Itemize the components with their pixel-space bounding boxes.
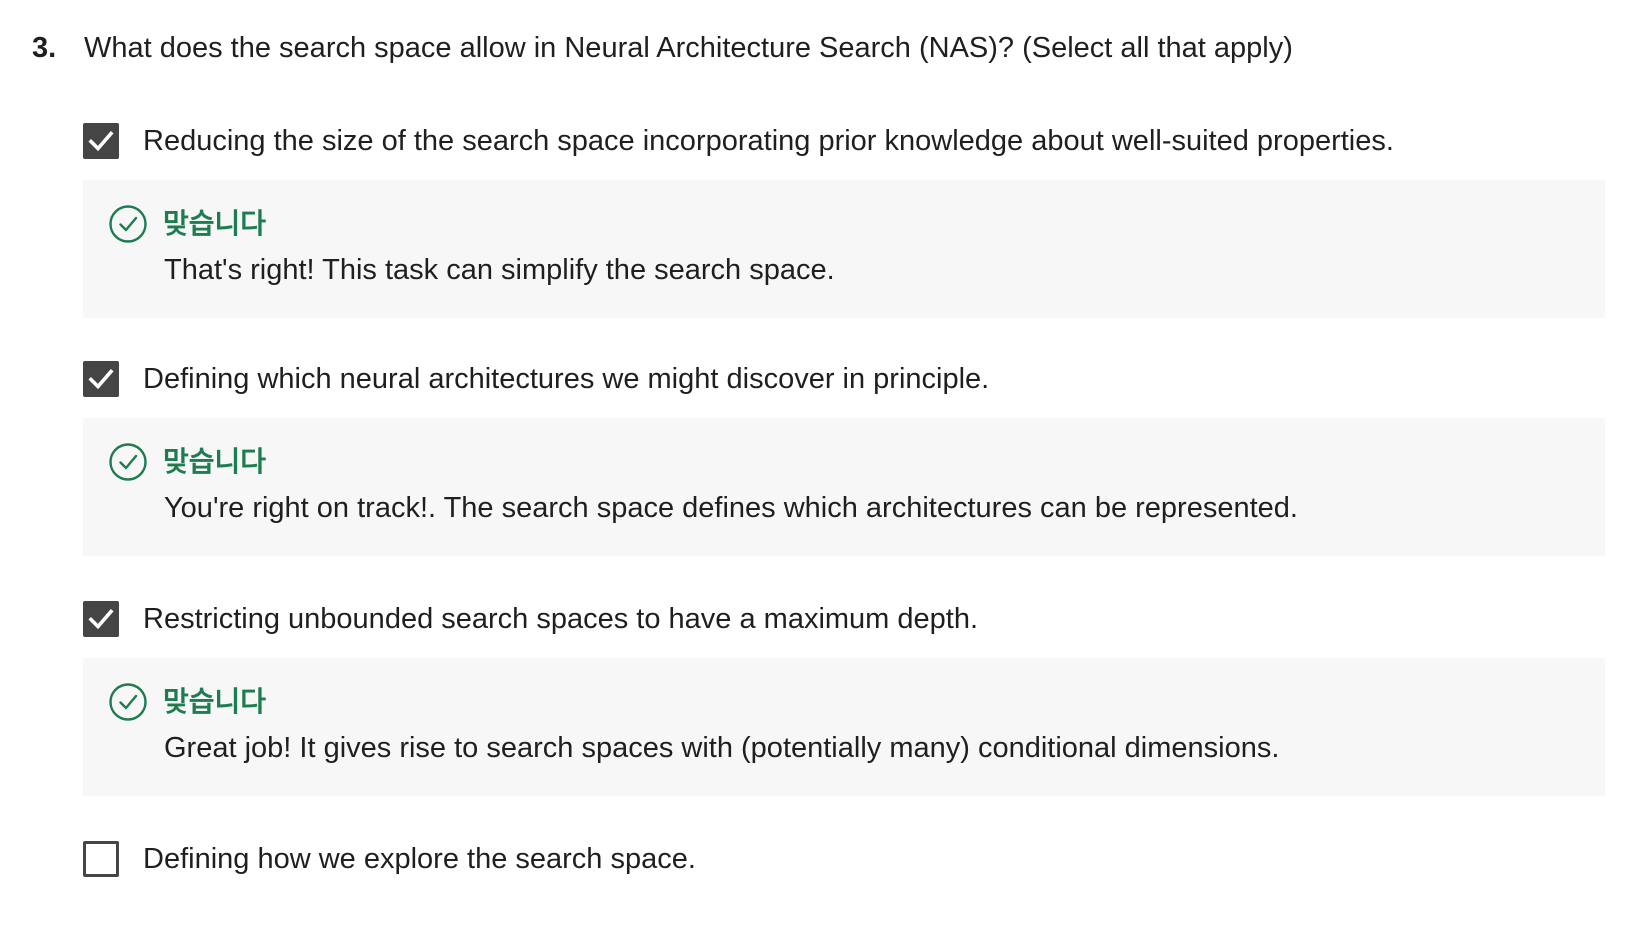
feedback-status: 맞습니다 [163, 686, 267, 717]
feedback-panel: 맞습니다 Great job! It gives rise to search … [83, 658, 1605, 796]
option-label: Restricting unbounded search spaces to h… [143, 603, 979, 635]
option-label: Reducing the size of the search space in… [143, 125, 1394, 157]
question-number: 3. [32, 32, 57, 64]
feedback-panel: 맞습니다 You're right on track!. The search … [83, 418, 1605, 556]
feedback-text: That's right! This task can simplify the… [164, 254, 835, 286]
check-circle-icon [109, 205, 147, 243]
checkmark-icon [88, 368, 114, 390]
checkmark-icon [88, 130, 114, 152]
feedback-status: 맞습니다 [163, 208, 267, 239]
feedback-text: You're right on track!. The search space… [164, 492, 1298, 524]
option-2[interactable]: Defining which neural architectures we m… [83, 359, 989, 399]
feedback-header: 맞습니다 [108, 442, 266, 482]
option-1[interactable]: Reducing the size of the search space in… [83, 121, 1394, 161]
feedback-status: 맞습니다 [163, 446, 267, 477]
option-3[interactable]: Restricting unbounded search spaces to h… [83, 599, 978, 639]
checkmark-icon [88, 608, 114, 630]
feedback-panel: 맞습니다 That's right! This task can simplif… [83, 180, 1605, 318]
option-4[interactable]: Defining how we explore the search space… [83, 839, 696, 879]
feedback-header: 맞습니다 [108, 204, 266, 244]
feedback-header: 맞습니다 [108, 682, 266, 722]
checkbox-checked[interactable] [83, 601, 119, 637]
feedback-text: Great job! It gives rise to search space… [164, 732, 1280, 764]
option-label: Defining which neural architectures we m… [143, 363, 990, 395]
checkbox-unchecked[interactable] [83, 841, 119, 877]
check-circle-icon [109, 443, 147, 481]
question-header: 3. What does the search space allow in N… [32, 26, 1293, 70]
check-circle-icon [109, 683, 147, 721]
checkbox-checked[interactable] [83, 123, 119, 159]
question-text: What does the search space allow in Neur… [84, 32, 1293, 64]
option-label: Defining how we explore the search space… [143, 843, 696, 875]
checkbox-checked[interactable] [83, 361, 119, 397]
